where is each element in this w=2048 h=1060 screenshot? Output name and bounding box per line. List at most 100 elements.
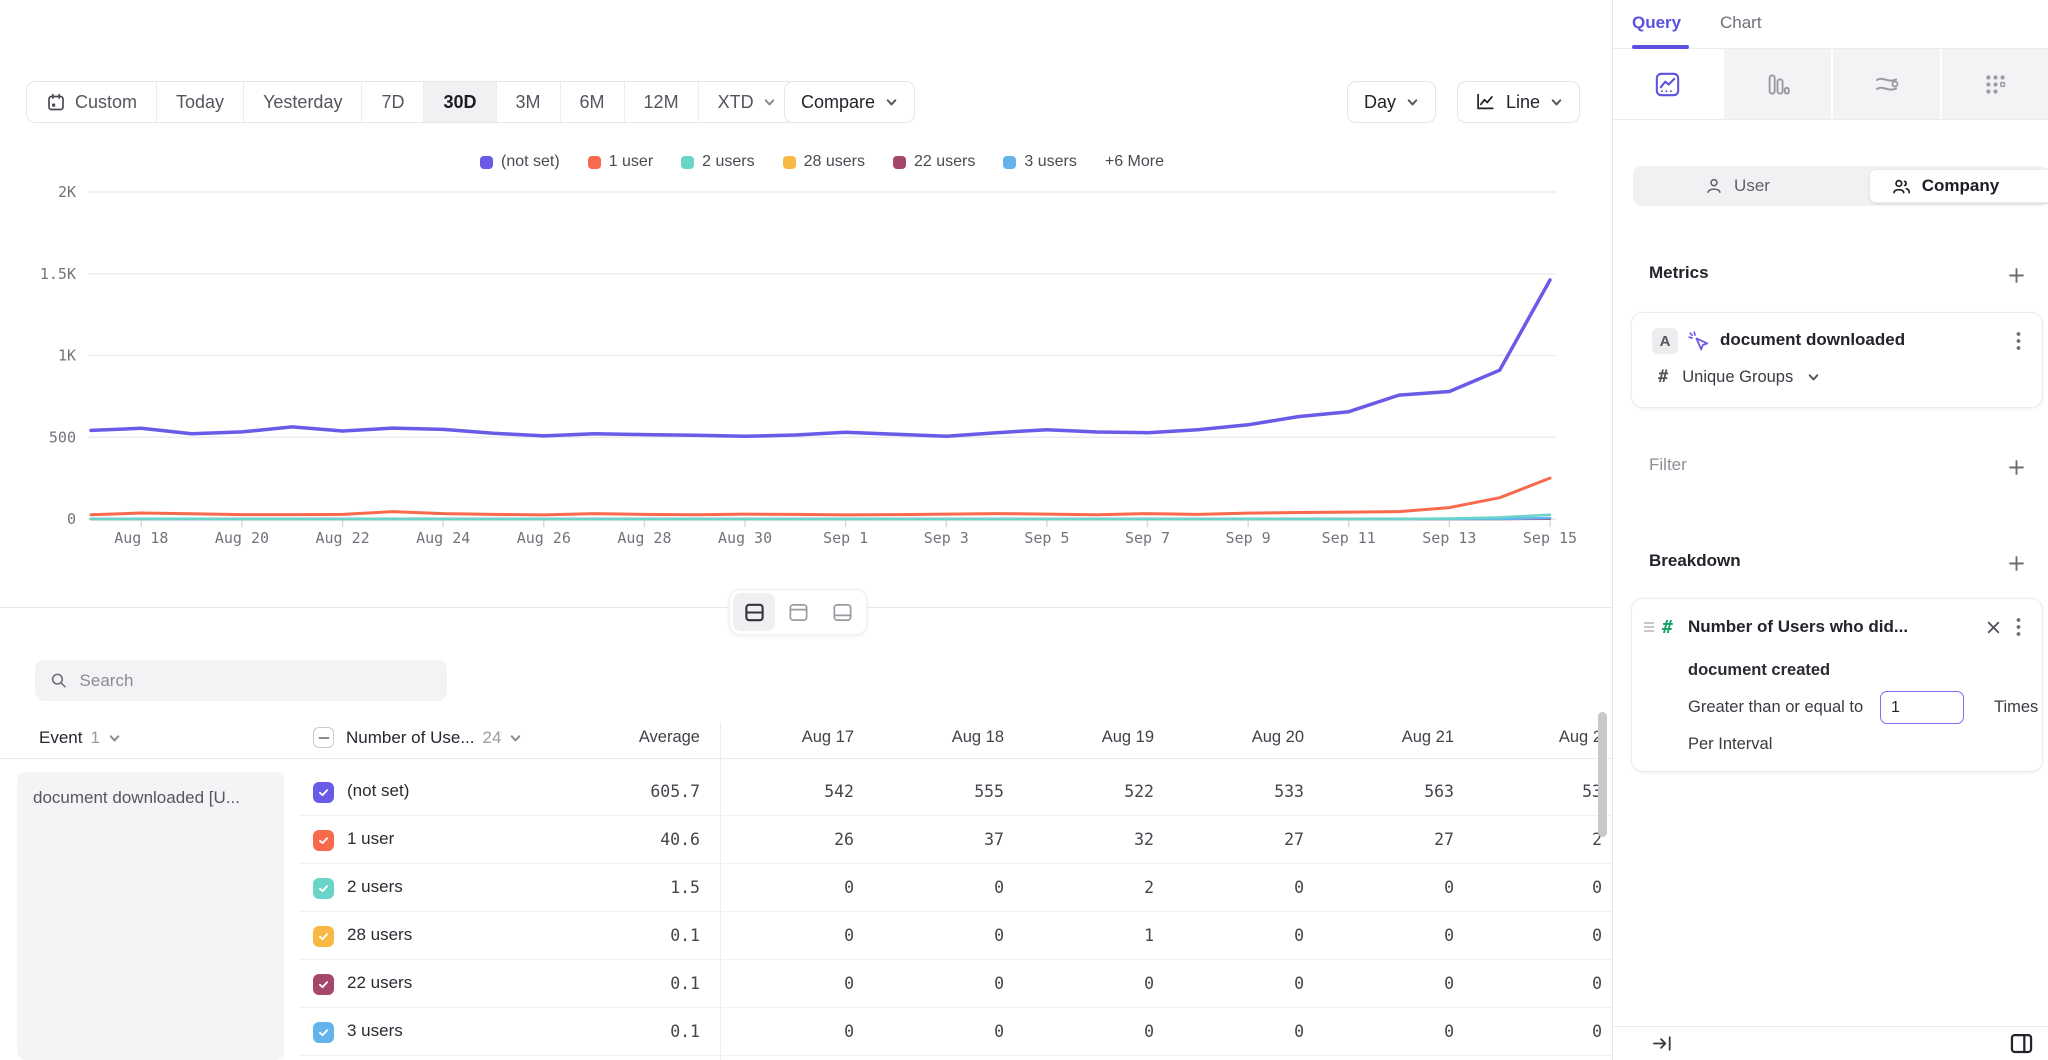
- breakdown-condition[interactable]: Greater than or equal to: [1688, 698, 1863, 717]
- chart-type-label: Line: [1506, 92, 1540, 113]
- row-value: 37: [854, 830, 1004, 849]
- metric-aggregation[interactable]: # Unique Groups: [1658, 367, 1820, 387]
- range-custom[interactable]: Custom: [27, 82, 157, 122]
- number-property-icon: #: [1662, 617, 1673, 638]
- legend-item[interactable]: 1 user: [588, 153, 653, 171]
- row-checkbox[interactable]: [313, 1022, 334, 1043]
- breakdown-menu-button[interactable]: [2008, 615, 2028, 639]
- row-average: 0.1: [550, 974, 700, 993]
- row-checkbox[interactable]: [313, 782, 334, 803]
- line-chart-icon: [1474, 91, 1496, 113]
- line-chart[interactable]: 05001K1.5K2KAug 18Aug 20Aug 22Aug 24Aug …: [0, 140, 1612, 560]
- legend-label: 2 users: [702, 153, 754, 171]
- scope-company-option[interactable]: Company: [1841, 166, 2048, 206]
- row-label: 22 users: [347, 973, 412, 993]
- breakdown-event[interactable]: document created: [1688, 661, 1830, 680]
- remove-breakdown-button[interactable]: [1982, 616, 2004, 638]
- table-scrollbar[interactable]: [1598, 712, 1607, 837]
- row-checkbox[interactable]: [313, 830, 334, 851]
- svg-text:Sep 5: Sep 5: [1024, 529, 1069, 547]
- row-value: 0: [1304, 974, 1454, 993]
- legend-item[interactable]: 22 users: [893, 153, 975, 171]
- header-divider: [0, 758, 1612, 759]
- analytics-app: CustomTodayYesterday7D30D 3M 6M 12MXTD Comp…: [0, 0, 2048, 1060]
- svg-text:Aug 20: Aug 20: [215, 529, 269, 547]
- add-breakdown-button[interactable]: [2004, 551, 2028, 575]
- range-label: 3M: [516, 92, 541, 113]
- row-checkbox[interactable]: [313, 974, 334, 995]
- svg-text:Aug 28: Aug 28: [617, 529, 671, 547]
- svg-text:500: 500: [49, 428, 76, 446]
- legend-swatch: [480, 156, 493, 169]
- row-value: 0: [1452, 1022, 1602, 1041]
- svg-text:Sep 15: Sep 15: [1523, 529, 1577, 547]
- add-metric-button[interactable]: [2004, 263, 2028, 287]
- row-average: 40.6: [550, 830, 700, 849]
- range-xtd[interactable]: XTD: [699, 82, 795, 122]
- row-value: 0: [1154, 878, 1304, 897]
- layout-split-button[interactable]: [733, 593, 775, 631]
- metric-badge: A: [1652, 328, 1678, 354]
- granularity-button[interactable]: Day: [1347, 81, 1436, 123]
- plus-icon: [2008, 555, 2025, 572]
- breakdown-value-input[interactable]: [1880, 691, 1964, 724]
- breakdown-per-interval[interactable]: Per Interval: [1688, 735, 1772, 754]
- chart-type-grid-tab[interactable]: [1940, 49, 2048, 119]
- table-row: 3 users0.1000000: [300, 1008, 1612, 1056]
- row-checkbox[interactable]: [313, 926, 334, 947]
- row-value: 0: [854, 974, 1004, 993]
- layout-chart-only-button[interactable]: [777, 593, 819, 631]
- legend-item[interactable]: 28 users: [783, 153, 865, 171]
- scope-company-label: Company: [1922, 176, 1999, 196]
- tab-query[interactable]: Query: [1632, 13, 1681, 33]
- legend-overflow[interactable]: +6 More: [1105, 153, 1164, 171]
- scope-user-option[interactable]: User: [1633, 166, 1841, 206]
- tab-chart[interactable]: Chart: [1720, 13, 1762, 33]
- event-cell[interactable]: document downloaded [U...: [17, 772, 284, 1060]
- chart-type-line-tab[interactable]: [1613, 49, 1722, 119]
- row-value: 0: [704, 926, 854, 945]
- add-filter-button[interactable]: [2004, 455, 2028, 479]
- chart-type-button[interactable]: Line: [1457, 81, 1580, 123]
- row-value: 0: [1154, 974, 1304, 993]
- drag-handle-icon[interactable]: [1642, 619, 1656, 638]
- range-30d[interactable]: 30D: [424, 82, 496, 122]
- split-view-button[interactable]: [2008, 1030, 2035, 1060]
- range-7d[interactable]: 7D: [362, 82, 424, 122]
- row-label: 28 users: [347, 925, 412, 945]
- chevron-down-icon: [885, 96, 898, 109]
- close-icon: [1986, 620, 2001, 635]
- range-3m[interactable]: 3M: [497, 82, 561, 122]
- compare-button[interactable]: Compare: [784, 81, 915, 123]
- metric-name[interactable]: document downloaded: [1720, 330, 1905, 350]
- svg-text:Sep 3: Sep 3: [924, 529, 969, 547]
- range-today[interactable]: Today: [157, 82, 244, 122]
- legend-item[interactable]: (not set): [480, 153, 560, 171]
- range-label: 6M: [580, 92, 605, 113]
- svg-text:Aug 24: Aug 24: [416, 529, 470, 547]
- layout-table-only-button[interactable]: [821, 593, 863, 631]
- row-label: (not set): [347, 781, 409, 801]
- legend-swatch: [1003, 156, 1016, 169]
- range-12m[interactable]: 12M: [625, 82, 699, 122]
- range-6m[interactable]: 6M: [561, 82, 625, 122]
- range-yesterday[interactable]: Yesterday: [244, 82, 362, 122]
- legend-item[interactable]: 3 users: [1003, 153, 1076, 171]
- legend-swatch: [588, 156, 601, 169]
- scope-user-label: User: [1734, 176, 1770, 196]
- row-checkbox[interactable]: [313, 878, 334, 899]
- breakdown-title[interactable]: Number of Users who did...: [1688, 617, 1908, 637]
- chart-type-flow-tab[interactable]: [1831, 49, 1940, 119]
- legend-label: 3 users: [1024, 153, 1076, 171]
- aggregation-label: Unique Groups: [1682, 368, 1793, 387]
- row-value: 27: [1304, 830, 1454, 849]
- svg-text:2K: 2K: [58, 183, 76, 201]
- legend-item[interactable]: 2 users: [681, 153, 754, 171]
- metric-menu-button[interactable]: [2008, 329, 2028, 353]
- row-value: 0: [1304, 878, 1454, 897]
- search-input[interactable]: [80, 671, 432, 691]
- collapse-panel-button[interactable]: [1651, 1032, 1674, 1060]
- metric-card[interactable]: A document downloaded # Unique Groups: [1631, 312, 2043, 408]
- scope-toggle: User Company: [1633, 166, 2048, 206]
- chart-type-bar-tab[interactable]: [1722, 49, 1831, 119]
